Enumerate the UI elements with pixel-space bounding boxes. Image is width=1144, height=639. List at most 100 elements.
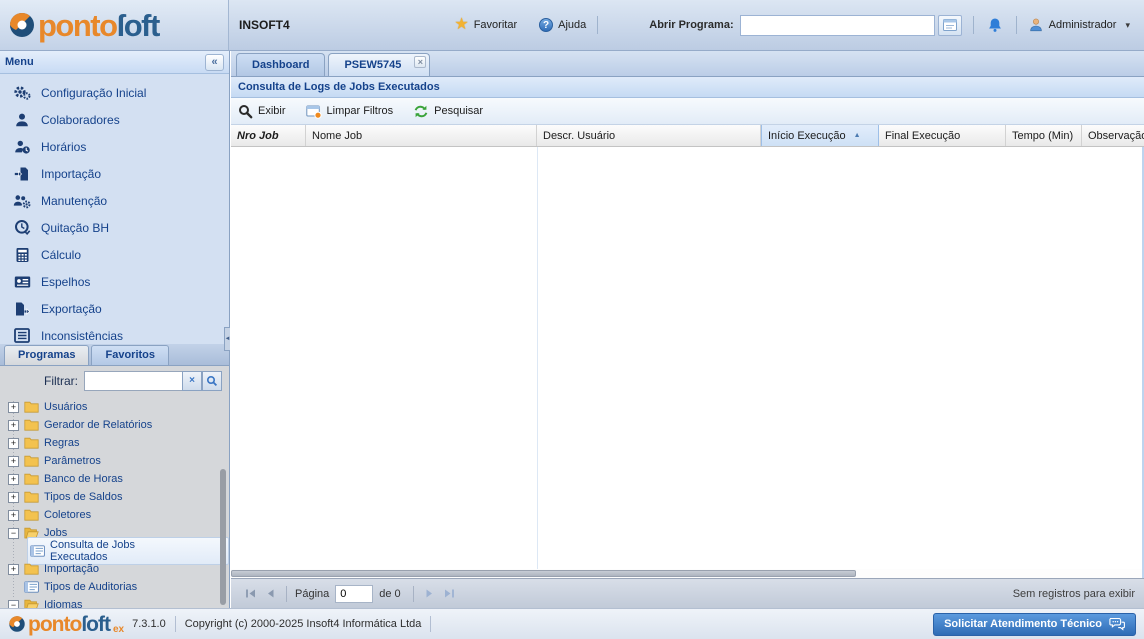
tab-favoritos[interactable]: Favoritos <box>91 345 169 365</box>
column-header-nome-job[interactable]: Nome Job <box>306 125 537 147</box>
tree-item-tipos-de-saldos[interactable]: + Tipos de Saldos <box>0 488 229 506</box>
menu-title: Menu <box>5 56 34 68</box>
open-program-lookup-button[interactable] <box>938 15 962 36</box>
menu-item-colaboradores[interactable]: Colaboradores <box>0 106 229 133</box>
column-header-tempo-min[interactable]: Tempo (Min) <box>1006 125 1082 147</box>
user-avatar-icon <box>1028 17 1044 33</box>
menu-item-exportacao[interactable]: Exportação <box>0 295 229 322</box>
collapse-icon[interactable]: − <box>8 528 19 539</box>
page-number-input[interactable] <box>335 585 373 603</box>
splitter-collapse-handle[interactable]: ◄ <box>224 327 230 351</box>
tree-item-gerador-de-relatorios[interactable]: + Gerador de Relatórios <box>0 416 229 434</box>
menu-item-configuracao-inicial[interactable]: Configuração Inicial <box>0 79 229 106</box>
app-name: INSOFT4 <box>239 18 290 32</box>
menu-item-horarios[interactable]: Horários <box>0 133 229 160</box>
favorite-button[interactable]: ★ Favoritar <box>454 17 517 33</box>
star-icon: ★ <box>454 17 468 33</box>
user-menu[interactable]: Administrador ▾ <box>1028 17 1130 33</box>
column-header-descr-usuario[interactable]: Descr. Usuário <box>537 125 761 147</box>
tree-item-banco-de-horas[interactable]: + Banco de Horas <box>0 470 229 488</box>
program-tree: + Usuários + Gerador de Relatórios + Reg… <box>0 395 229 608</box>
logo-circle-icon <box>8 615 26 633</box>
sidebar: Menu « Configuração Inicial Colaboradore… <box>0 51 230 608</box>
search-icon <box>206 375 218 387</box>
tree-item-parametros[interactable]: + Parâmetros <box>0 452 229 470</box>
expand-icon[interactable]: + <box>8 456 19 467</box>
filter-clear-button[interactable]: × <box>182 371 202 391</box>
menu-item-importacao[interactable]: Importação <box>0 160 229 187</box>
tree-item-usuarios[interactable]: + Usuários <box>0 398 229 416</box>
last-page-button[interactable] <box>440 584 460 604</box>
prev-page-button[interactable] <box>260 584 280 604</box>
menu-item-calculo[interactable]: Cálculo <box>0 241 229 268</box>
page-label: Página <box>295 588 329 600</box>
folder-icon <box>24 401 39 413</box>
tree-scrollbar[interactable] <box>220 469 226 605</box>
column-header-nro-job[interactable]: Nro Job <box>231 125 306 147</box>
clear-icon: × <box>189 375 195 386</box>
main-tabstrip: Dashboard PSEW5745 × <box>231 51 1144 77</box>
column-header-final-execucao[interactable]: Final Execução <box>879 125 1006 147</box>
tree-item-coletores[interactable]: + Coletores <box>0 506 229 524</box>
export-icon <box>12 301 32 317</box>
top-bar: pontoſoft INSOFT4 ★ Favoritar ? Ajuda Ab… <box>0 0 1144 51</box>
paging-toolbar: Página de 0 Sem registros para exibir <box>231 578 1144 608</box>
folder-icon <box>24 437 39 449</box>
tree-item-regras[interactable]: + Regras <box>0 434 229 452</box>
collapse-sidebar-button[interactable]: « <box>205 54 224 71</box>
notifications-button[interactable] <box>985 15 1005 35</box>
separator <box>973 16 974 34</box>
expand-icon[interactable]: + <box>8 492 19 503</box>
menu-item-espelhos[interactable]: Espelhos <box>0 268 229 295</box>
tab-dashboard[interactable]: Dashboard <box>236 53 325 76</box>
expand-icon[interactable]: + <box>8 438 19 449</box>
tree-item-idiomas[interactable]: − Idiomas <box>0 596 229 608</box>
filter-search-button[interactable] <box>202 371 222 391</box>
expand-icon[interactable]: + <box>8 402 19 413</box>
help-icon: ? <box>539 18 553 32</box>
close-tab-icon[interactable]: × <box>414 56 426 68</box>
filter-row: Filtrar: × <box>0 366 229 395</box>
scrollbar-thumb[interactable] <box>231 570 856 577</box>
exibir-button[interactable]: Exibir <box>238 104 286 119</box>
next-page-button[interactable] <box>420 584 440 604</box>
chevron-down-icon: ▾ <box>1125 20 1130 31</box>
request-support-button[interactable]: Solicitar Atendimento Técnico <box>933 613 1136 636</box>
tab-psew5745[interactable]: PSEW5745 × <box>328 53 430 76</box>
tree-item-tipos-de-auditorias[interactable]: Tipos de Auditorias <box>0 578 229 596</box>
next-page-icon <box>424 588 435 599</box>
expand-icon[interactable]: + <box>8 564 19 575</box>
people-gear-icon <box>12 193 32 209</box>
expand-icon[interactable]: + <box>8 420 19 431</box>
help-button[interactable]: ? Ajuda <box>539 18 586 32</box>
brand-box: pontoſoft <box>0 0 229 50</box>
limpar-filtros-button[interactable]: Limpar Filtros <box>306 104 394 119</box>
person-clock-icon <box>12 139 32 155</box>
open-program-label: Abrir Programa: <box>649 19 733 31</box>
separator <box>1016 16 1017 34</box>
toolbar: Exibir Limpar Filtros Pesqu <box>231 98 1144 125</box>
expand-icon[interactable]: + <box>8 510 19 521</box>
column-header-observacao[interactable]: Observação <box>1082 125 1144 147</box>
collapse-icon[interactable]: − <box>8 600 19 609</box>
tree-item-importacao[interactable]: + Importação <box>0 560 229 578</box>
tree-item-consulta-de-jobs-executados[interactable]: Consulta de Jobs Executados <box>0 542 229 560</box>
footer: pontoſoft ex 7.3.1.0 Copyright (c) 2000-… <box>0 608 1144 639</box>
first-page-button[interactable] <box>240 584 260 604</box>
chat-bubbles-icon <box>1109 617 1125 631</box>
menu-header: Menu « <box>0 51 229 74</box>
expand-icon[interactable]: + <box>8 474 19 485</box>
horizontal-scrollbar[interactable] <box>231 569 1144 578</box>
program-form-icon <box>30 545 45 557</box>
last-page-icon <box>444 588 455 599</box>
filter-input[interactable] <box>84 371 182 391</box>
collapse-left-icon: ◄ <box>225 336 231 342</box>
menu-item-quitacao-bh[interactable]: Quitação BH <box>0 214 229 241</box>
menu-item-manutencao[interactable]: Manutenção <box>0 187 229 214</box>
column-header-inicio-execucao[interactable]: Início Execução▲ <box>761 125 879 147</box>
tab-programas[interactable]: Programas <box>4 345 89 365</box>
form-lookup-icon <box>943 19 957 31</box>
footer-logo-sub: ex <box>113 624 124 635</box>
pesquisar-button[interactable]: Pesquisar <box>413 104 483 119</box>
open-program-input[interactable] <box>740 15 935 36</box>
